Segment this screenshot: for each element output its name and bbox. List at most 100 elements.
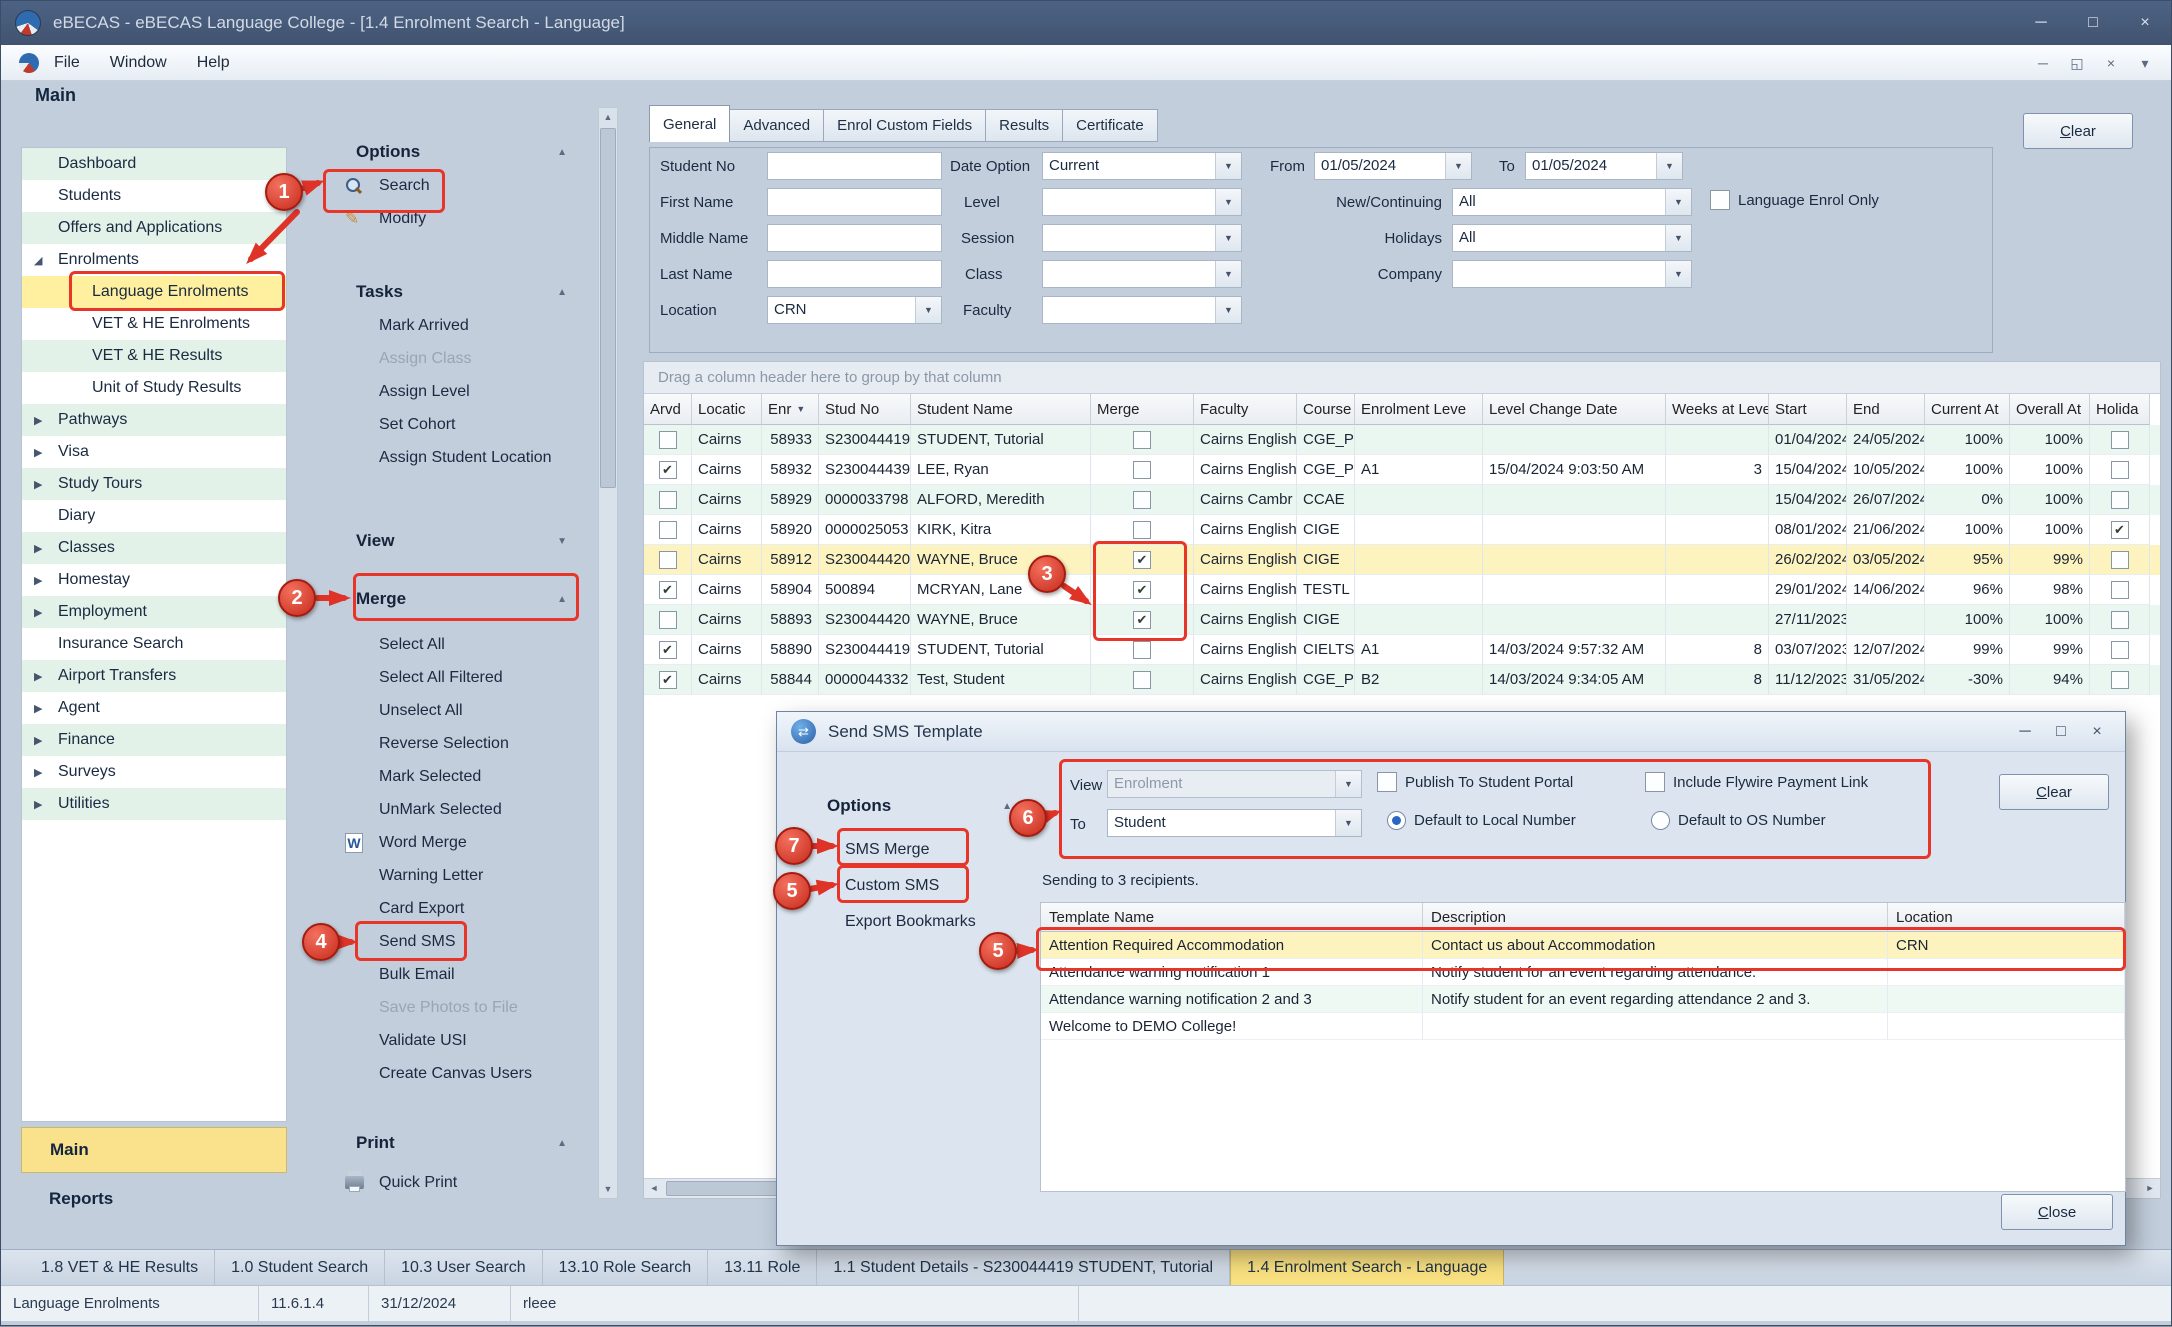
mdi-restore-icon[interactable]: ◱: [2065, 55, 2089, 72]
arvd-checkbox[interactable]: [659, 551, 677, 569]
tab-enrol-custom-fields[interactable]: Enrol Custom Fields: [824, 109, 986, 142]
grid-row[interactable]: ✔Cairns58932S230044439LEE, RyanCairns En…: [644, 455, 2160, 485]
sms-template-row-welcome-to-demo-college[interactable]: Welcome to DEMO College!: [1041, 1013, 2125, 1040]
doc-tab-1-0-student-search[interactable]: 1.0 Student Search: [215, 1250, 385, 1285]
nav-section-print[interactable]: Print▲: [301, 1126, 593, 1160]
grid-row[interactable]: ✔Cairns588440000044332Test, StudentCairn…: [644, 665, 2160, 695]
student-no-input[interactable]: [767, 152, 942, 180]
menu-window[interactable]: Window: [95, 45, 182, 81]
column-header-enrolment-leve[interactable]: Enrolment Leve: [1355, 394, 1483, 425]
local-number-radio[interactable]: [1387, 811, 1406, 830]
column-header-locatic[interactable]: Locatic: [692, 394, 762, 425]
tab-general[interactable]: General: [649, 105, 730, 142]
merge-checkbox[interactable]: [1133, 461, 1151, 479]
sidebar-item-study-tours[interactable]: ▶Study Tours: [22, 468, 286, 500]
arvd-checkbox[interactable]: ✔: [659, 581, 677, 599]
sms-template-row-attendance-warning-notification-2-and-3[interactable]: Attendance warning notification 2 and 3N…: [1041, 986, 2125, 1013]
sidebar-item-agent[interactable]: ▶Agent: [22, 692, 286, 724]
scroll-up-icon[interactable]: ▲: [599, 108, 617, 126]
nav-item-select-all-filtered[interactable]: Select All Filtered: [301, 661, 593, 694]
nav-item-assign-level[interactable]: Assign Level: [301, 375, 593, 408]
dialog-item-sms-merge[interactable]: SMS Merge: [845, 832, 929, 868]
sidebar-item-airport-transfers[interactable]: ▶Airport Transfers: [22, 660, 286, 692]
close-icon[interactable]: ×: [2119, 1, 2171, 45]
window-titlebar[interactable]: eBECAS - eBECAS Language College - [1.4 …: [1, 1, 2171, 45]
date-option-select[interactable]: Current ▼: [1042, 152, 1242, 180]
class-select[interactable]: ▼: [1042, 260, 1242, 288]
nav-item-reverse-selection[interactable]: Reverse Selection: [301, 727, 593, 760]
nav-item-assign-student-location[interactable]: Assign Student Location: [301, 441, 593, 474]
tree-collapsed-icon[interactable]: ▶: [34, 478, 58, 491]
sms-column-header-location[interactable]: Location: [1888, 903, 2125, 932]
column-header-overall-at[interactable]: Overall At: [2010, 394, 2090, 425]
column-header-arvd[interactable]: Arvd: [644, 394, 692, 425]
mdi-pin-icon[interactable]: ▾: [2133, 55, 2157, 72]
tree-collapsed-icon[interactable]: ▶: [34, 446, 58, 459]
tree-collapsed-icon[interactable]: ▶: [34, 766, 58, 779]
doc-tab-1-4-enrolment-search-language[interactable]: 1.4 Enrolment Search - Language: [1230, 1250, 1504, 1285]
column-header-holida[interactable]: Holida: [2090, 394, 2150, 425]
merge-checkbox[interactable]: ✔: [1133, 611, 1151, 629]
tab-certificate[interactable]: Certificate: [1063, 109, 1158, 142]
holidays-select[interactable]: All ▼: [1452, 224, 1692, 252]
sidebar-item-language-enrolments[interactable]: Language Enrolments: [22, 276, 286, 308]
middle-name-input[interactable]: [767, 224, 942, 252]
grid-row[interactable]: Cairns589290000033798ALFORD, MeredithCai…: [644, 485, 2160, 515]
arvd-checkbox[interactable]: ✔: [659, 641, 677, 659]
holiday-checkbox[interactable]: [2111, 671, 2129, 689]
column-header-student-name[interactable]: Student Name: [911, 394, 1091, 425]
nav-item-search[interactable]: Search: [301, 169, 593, 202]
flywire-checkbox[interactable]: [1645, 772, 1665, 792]
first-name-input[interactable]: [767, 188, 942, 216]
faculty-select[interactable]: ▼: [1042, 296, 1242, 324]
sidebar-main-button[interactable]: Main: [21, 1127, 287, 1173]
location-select[interactable]: CRN ▼: [767, 296, 942, 324]
scroll-down-icon[interactable]: ▼: [599, 1180, 617, 1198]
sidebar-item-enrolments[interactable]: ◢Enrolments: [22, 244, 286, 276]
to-date-picker[interactable]: 01/05/2024 ▼: [1525, 152, 1683, 180]
sidebar-item-finance[interactable]: ▶Finance: [22, 724, 286, 756]
arvd-checkbox[interactable]: ✔: [659, 671, 677, 689]
sidebar-item-utilities[interactable]: ▶Utilities: [22, 788, 286, 820]
sidebar-item-vet-he-results[interactable]: VET & HE Results: [22, 340, 286, 372]
doc-tab-13-10-role-search[interactable]: 13.10 Role Search: [543, 1250, 709, 1285]
scrollbar-thumb[interactable]: [600, 128, 616, 488]
nav-item-mark-selected[interactable]: Mark Selected: [301, 760, 593, 793]
sidebar-item-employment[interactable]: ▶Employment: [22, 596, 286, 628]
from-date-picker[interactable]: 01/05/2024 ▼: [1314, 152, 1472, 180]
session-select[interactable]: ▼: [1042, 224, 1242, 252]
nav-item-word-merge[interactable]: WWord Merge: [301, 826, 593, 859]
holiday-checkbox[interactable]: [2111, 461, 2129, 479]
tab-results[interactable]: Results: [986, 109, 1063, 142]
nav-item-set-cohort[interactable]: Set Cohort: [301, 408, 593, 441]
column-header-current-at[interactable]: Current At: [1925, 394, 2010, 425]
column-header-course[interactable]: Course: [1297, 394, 1355, 425]
sidebar-item-visa[interactable]: ▶Visa: [22, 436, 286, 468]
tree-collapsed-icon[interactable]: ▶: [34, 798, 58, 811]
nav-section-tasks[interactable]: Tasks▲: [301, 275, 593, 309]
column-header-merge[interactable]: Merge: [1091, 394, 1194, 425]
sms-template-row-attendance-warning-notification-1[interactable]: Attendance warning notification 1Notify …: [1041, 959, 2125, 986]
tree-collapsed-icon[interactable]: ▶: [34, 542, 58, 555]
sms-column-header-description[interactable]: Description: [1423, 903, 1888, 932]
column-header-level-change-date[interactable]: Level Change Date: [1483, 394, 1666, 425]
holiday-checkbox[interactable]: [2111, 431, 2129, 449]
tree-collapsed-icon[interactable]: ▶: [34, 734, 58, 747]
doc-tab-13-11-role[interactable]: 13.11 Role: [708, 1250, 817, 1285]
grid-group-panel[interactable]: Drag a column header here to group by th…: [644, 362, 2160, 394]
merge-checkbox[interactable]: ✔: [1133, 581, 1151, 599]
merge-checkbox[interactable]: [1133, 641, 1151, 659]
column-header-enr[interactable]: Enr▼: [762, 394, 819, 425]
dialog-options-header[interactable]: Options ▲: [827, 790, 1012, 822]
doc-tab-10-3-user-search[interactable]: 10.3 User Search: [385, 1250, 543, 1285]
tree-collapsed-icon[interactable]: ▶: [34, 670, 58, 683]
nav-item-quick-print[interactable]: Quick Print: [301, 1166, 593, 1199]
sidebar-item-insurance-search[interactable]: Insurance Search: [22, 628, 286, 660]
level-select[interactable]: ▼: [1042, 188, 1242, 216]
holiday-checkbox[interactable]: [2111, 581, 2129, 599]
nav-section-options[interactable]: Options▲: [301, 135, 593, 169]
dialog-titlebar[interactable]: ⇄ Send SMS Template ─ □ ×: [777, 712, 2125, 752]
scroll-right-icon[interactable]: ►: [2140, 1179, 2160, 1198]
clear-button[interactable]: Clear: [2023, 113, 2133, 149]
to-recipient-select[interactable]: Student ▼: [1107, 809, 1362, 837]
